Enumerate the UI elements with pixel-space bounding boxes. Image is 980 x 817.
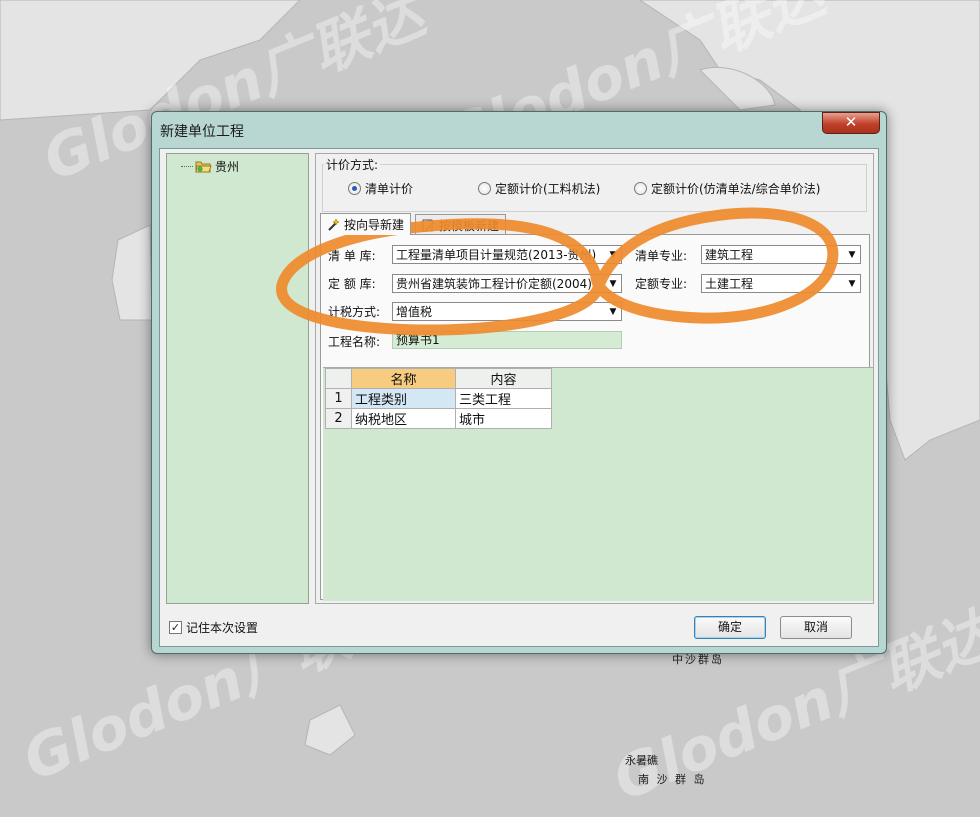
- quota-library-label: 定 额 库:: [328, 277, 376, 291]
- dropdown-arrow-icon: ▼: [848, 249, 856, 260]
- tree-item-root[interactable]: 贵州: [181, 158, 239, 174]
- project-attributes-grid: 名称 内容 1 工程类别 三类工程 2 纳税地区 城市: [323, 367, 873, 601]
- dropdown-arrow-icon: ▼: [848, 278, 856, 289]
- row-number: 2: [325, 408, 352, 429]
- checkmark-icon: ✓: [169, 621, 182, 634]
- remember-settings-checkbox[interactable]: ✓ 记住本次设置: [169, 619, 258, 636]
- settings-panel: 计价方式: 清单计价 定额计价(工料机法) 定额计价(仿清单法/综合单价法) 按…: [315, 153, 874, 604]
- dropdown-arrow-icon: ▼: [609, 306, 617, 317]
- list-specialty-label: 清单专业:: [635, 249, 688, 263]
- dropdown-arrow-icon: ▼: [609, 249, 617, 260]
- list-specialty-select[interactable]: 建筑工程 ▼: [701, 245, 861, 264]
- radio-label: 定额计价(工料机法): [495, 182, 601, 196]
- wizard-tab-body: 清 单 库: 工程量清单项目计量规范(2013-贵州) ▼ 定 额 库: 贵州省…: [320, 234, 873, 601]
- wand-icon: [328, 218, 340, 231]
- dropdown-arrow-icon: ▼: [609, 278, 617, 289]
- list-library-label: 清 单 库:: [328, 249, 376, 263]
- close-icon: ✕: [844, 113, 858, 131]
- cell-content[interactable]: 城市: [455, 408, 552, 429]
- project-name-label: 工程名称:: [328, 335, 381, 349]
- radio-icon: [478, 182, 491, 195]
- quota-specialty-label: 定额专业:: [635, 277, 688, 291]
- radio-checked-icon: [348, 182, 361, 195]
- radio-quota-material[interactable]: 定额计价(工料机法): [478, 180, 600, 197]
- cell-name[interactable]: 工程类别: [351, 388, 456, 409]
- map-label: 永暑礁: [625, 754, 658, 767]
- tree-item-label: 贵州: [215, 159, 240, 174]
- radio-icon: [634, 182, 647, 195]
- new-unit-project-dialog: 新建单位工程 ✕ 贵州 计价方式: 清单计价 定额计价(工料机法) 定额计价(仿…: [151, 111, 887, 654]
- attributes-table: 名称 内容 1 工程类别 三类工程 2 纳税地区 城市: [325, 368, 552, 429]
- list-library-select[interactable]: 工程量清单项目计量规范(2013-贵州) ▼: [392, 245, 622, 264]
- quota-specialty-select[interactable]: 土建工程 ▼: [701, 274, 861, 293]
- ok-button[interactable]: 确定: [694, 616, 766, 639]
- folder-open-icon: [195, 161, 212, 172]
- table-row[interactable]: 1 工程类别 三类工程: [325, 388, 552, 409]
- column-header-content[interactable]: 内容: [455, 368, 552, 389]
- column-header-name[interactable]: 名称: [351, 368, 456, 389]
- radio-list-pricing[interactable]: 清单计价: [348, 180, 413, 197]
- tax-method-label: 计税方式:: [328, 305, 381, 319]
- cancel-button[interactable]: 取消: [780, 616, 852, 639]
- cell-name[interactable]: 纳税地区: [351, 408, 456, 429]
- table-header-row: 名称 内容: [325, 368, 552, 389]
- region-tree: 贵州: [166, 153, 309, 604]
- tab-label: 按模板新建: [439, 218, 500, 233]
- dialog-title: 新建单位工程: [160, 124, 244, 140]
- project-name-input[interactable]: 预算书1: [392, 331, 622, 349]
- quota-library-select[interactable]: 贵州省建筑装饰工程计价定额(2004) ▼: [392, 274, 622, 293]
- cell-content[interactable]: 三类工程: [455, 388, 552, 409]
- template-icon: [422, 219, 435, 231]
- pricing-group-label: 计价方式:: [324, 156, 381, 173]
- tab-template[interactable]: 按模板新建: [415, 214, 507, 235]
- dialog-client: 贵州 计价方式: 清单计价 定额计价(工料机法) 定额计价(仿清单法/综合单价法…: [159, 148, 879, 647]
- corner-cell: [325, 368, 352, 389]
- row-number: 1: [325, 388, 352, 409]
- radio-quota-unit-price[interactable]: 定额计价(仿清单法/综合单价法): [634, 180, 820, 197]
- table-row[interactable]: 2 纳税地区 城市: [325, 408, 552, 429]
- radio-label: 定额计价(仿清单法/综合单价法): [651, 182, 821, 196]
- remember-settings-label: 记住本次设置: [186, 621, 259, 635]
- radio-label: 清单计价: [365, 182, 414, 196]
- tax-method-select[interactable]: 增值税 ▼: [392, 302, 622, 321]
- map-label: 南 沙 群 岛: [638, 773, 707, 786]
- title-bar[interactable]: 新建单位工程 ✕: [152, 112, 886, 148]
- tab-wizard[interactable]: 按向导新建: [320, 213, 412, 235]
- close-button[interactable]: ✕: [822, 112, 880, 134]
- tab-label: 按向导新建: [344, 218, 405, 232]
